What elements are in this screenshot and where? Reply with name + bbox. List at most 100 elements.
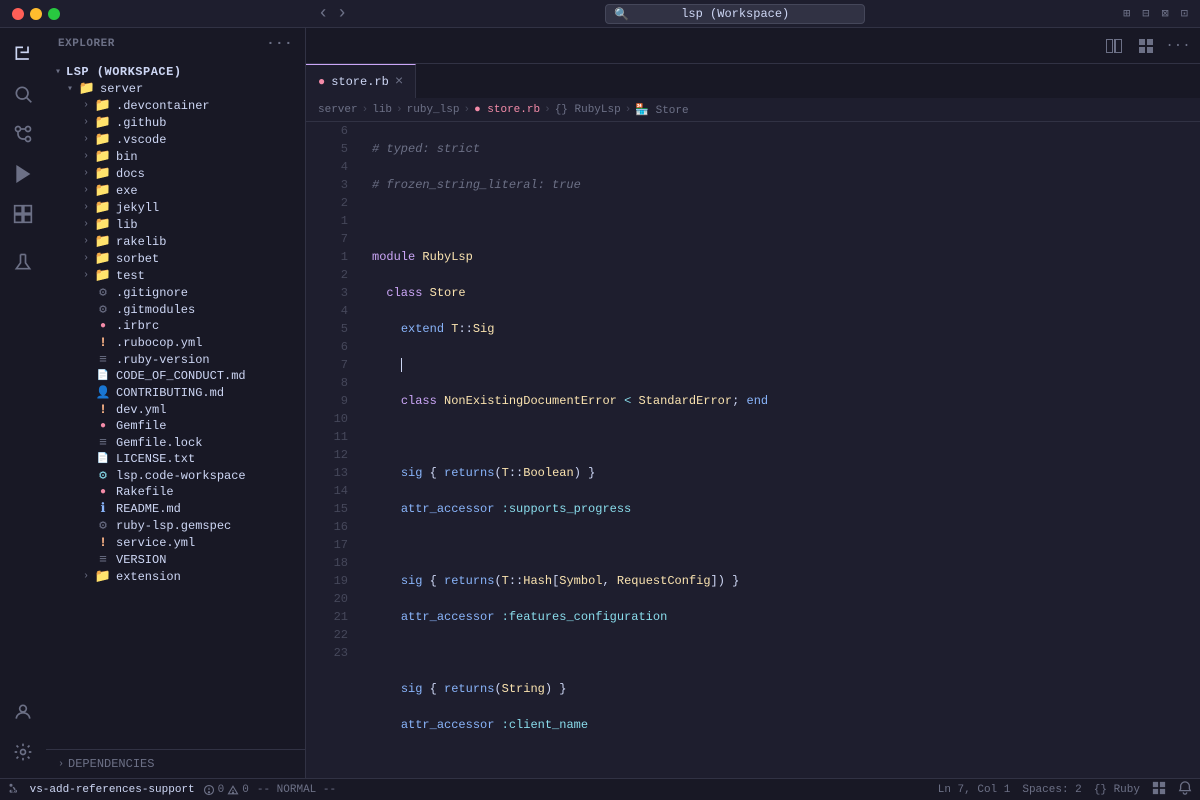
sidebar-item-extension[interactable]: › 📁 extension — [46, 568, 305, 585]
rakefile-icon: ● — [94, 487, 112, 498]
layout-button[interactable] — [1132, 32, 1160, 60]
tab-label: store.rb — [331, 75, 389, 89]
sidebar-item-service-yml[interactable]: › ! service.yml — [46, 534, 305, 551]
sidebar-item-dev-yml[interactable]: › ! dev.yml — [46, 401, 305, 418]
sidebar-item-sorbet[interactable]: › 📁 sorbet — [46, 250, 305, 267]
sidebar-item-gitignore[interactable]: › ⚙ .gitignore — [46, 284, 305, 301]
status-bar: vs-add-references-support 0 0 -- NORMAL … — [0, 778, 1200, 800]
tab-store-rb[interactable]: ● store.rb × — [306, 64, 416, 98]
layout-icon-4[interactable]: ⊡ — [1181, 6, 1188, 21]
irbrc-label: .irbrc — [116, 319, 159, 333]
sorbet-label: sorbet — [116, 252, 159, 266]
layout-icon-2[interactable]: ⊟ — [1142, 6, 1149, 21]
sidebar-item-jekyll[interactable]: › 📁 jekyll — [46, 199, 305, 216]
server-chevron: ▾ — [62, 83, 78, 95]
status-encoding[interactable]: {} Ruby — [1094, 784, 1140, 796]
sidebar-item-rubocop[interactable]: › ! .rubocop.yml — [46, 334, 305, 351]
breadcrumb: server › lib › ruby_lsp › ● store.rb › {… — [306, 98, 1200, 122]
folder-closed-icon: 📁 — [94, 98, 112, 113]
gemfile-lock-icon: ≡ — [94, 435, 112, 450]
breadcrumb-server[interactable]: server — [318, 104, 358, 116]
dependencies-chevron: › — [58, 759, 64, 770]
account-activity-icon[interactable] — [5, 694, 41, 730]
breadcrumb-store-rb[interactable]: ● store.rb — [474, 104, 540, 116]
search-bar[interactable]: 🔍 lsp (Workspace) — [605, 4, 865, 24]
gitignore-label: .gitignore — [116, 286, 188, 300]
status-layout-icon[interactable] — [1152, 781, 1166, 799]
run-activity-icon[interactable] — [5, 156, 41, 192]
editor-area: ··· ● store.rb × server › lib › ruby_lsp… — [306, 28, 1200, 778]
status-git-branch[interactable]: vs-add-references-support — [8, 783, 195, 796]
sidebar-item-rakefile[interactable]: › ● Rakefile — [46, 484, 305, 500]
more-actions-button[interactable]: ··· — [1164, 32, 1192, 60]
flask-activity-icon[interactable] — [5, 244, 41, 280]
minimize-button[interactable] — [30, 8, 42, 20]
sidebar-more-icon[interactable]: ··· — [266, 36, 293, 52]
sidebar-header-icons: ··· — [266, 36, 293, 52]
extensions-activity-icon[interactable] — [5, 196, 41, 232]
breadcrumb-ruby-lsp-module[interactable]: {} RubyLsp — [555, 104, 621, 116]
breadcrumb-lib[interactable]: lib — [372, 104, 392, 116]
ruby-version-label: .ruby-version — [116, 353, 210, 367]
rubocop-icon: ! — [94, 335, 112, 350]
workspace-root[interactable]: ▾ LSP (WORKSPACE) — [46, 64, 305, 80]
search-activity-icon[interactable] — [5, 76, 41, 112]
folder-icon: 📁 — [78, 81, 96, 96]
split-editor-button[interactable] — [1100, 32, 1128, 60]
code-line: sig { returns(T::Boolean) } — [372, 464, 1184, 482]
nav-back-icon[interactable]: ‹ — [318, 4, 329, 24]
breadcrumb-ruby-lsp[interactable]: ruby_lsp — [407, 104, 460, 116]
code-line: class NonExistingDocumentError < Standar… — [372, 392, 1184, 410]
sidebar-item-rakelib[interactable]: › 📁 rakelib — [46, 233, 305, 250]
sidebar-item-version[interactable]: › ≡ VERSION — [46, 551, 305, 568]
ruby-version-icon: ≡ — [94, 352, 112, 367]
breadcrumb-store-class[interactable]: 🏪 Store — [635, 103, 688, 117]
sidebar-item-contributing[interactable]: › 👤 CONTRIBUTING.md — [46, 384, 305, 401]
layout-icon-1[interactable]: ⊞ — [1123, 6, 1130, 21]
sidebar-item-lib[interactable]: › 📁 lib — [46, 216, 305, 233]
jekyll-label: jekyll — [116, 201, 159, 215]
tab-close-button[interactable]: × — [395, 74, 403, 90]
sidebar-item-gemfile[interactable]: › ● Gemfile — [46, 418, 305, 434]
code-of-conduct-label: CODE_OF_CONDUCT.md — [116, 369, 246, 383]
gemfile-label: Gemfile — [116, 419, 166, 433]
license-icon: 📄 — [94, 453, 112, 465]
status-cursor[interactable]: Ln 7, Col 1 — [938, 784, 1011, 796]
code-content[interactable]: # typed: strict # frozen_string_literal:… — [356, 122, 1200, 778]
sidebar-item-irbrc[interactable]: › ● .irbrc — [46, 318, 305, 334]
sidebar-title: EXPLORER — [58, 38, 115, 50]
folder-vscode-icon: 📁 — [94, 132, 112, 147]
sidebar-item-ruby-version[interactable]: › ≡ .ruby-version — [46, 351, 305, 368]
explorer-activity-icon[interactable] — [5, 36, 41, 72]
status-bell-icon[interactable] — [1178, 781, 1192, 799]
status-mode: -- NORMAL -- — [257, 784, 336, 796]
sidebar-item-dependencies[interactable]: › DEPENDENCIES — [46, 754, 305, 774]
sidebar-item-gemspec[interactable]: › ⚙ ruby-lsp.gemspec — [46, 517, 305, 534]
extension-label: extension — [116, 570, 181, 584]
sidebar-item-test[interactable]: › 📁 test — [46, 267, 305, 284]
sidebar-item-gitmodules[interactable]: › ⚙ .gitmodules — [46, 301, 305, 318]
sidebar-item-exe[interactable]: › 📁 exe — [46, 182, 305, 199]
layout-icon-3[interactable]: ⊠ — [1162, 6, 1169, 21]
sidebar-item-gemfile-lock[interactable]: › ≡ Gemfile.lock — [46, 434, 305, 451]
code-line: sig { returns(T::Hash[Symbol, RequestCon… — [372, 572, 1184, 590]
sidebar-item-bin[interactable]: › 📁 bin — [46, 148, 305, 165]
settings-activity-icon[interactable] — [5, 734, 41, 770]
sidebar-item-server[interactable]: ▾ 📁 server — [46, 80, 305, 97]
sidebar-item-lsp-workspace[interactable]: › ⚙ lsp.code-workspace — [46, 467, 305, 484]
status-errors[interactable]: 0 0 — [203, 784, 249, 796]
sidebar-item-vscode[interactable]: › 📁 .vscode — [46, 131, 305, 148]
nav-forward-icon[interactable]: › — [337, 4, 348, 24]
close-button[interactable] — [12, 8, 24, 20]
sidebar-item-github[interactable]: › 📁 .github — [46, 114, 305, 131]
source-control-activity-icon[interactable] — [5, 116, 41, 152]
status-left: vs-add-references-support 0 0 -- NORMAL … — [8, 783, 336, 796]
sidebar-item-docs[interactable]: › 📁 docs — [46, 165, 305, 182]
maximize-button[interactable] — [48, 8, 60, 20]
main-container: EXPLORER ··· ▾ LSP (WORKSPACE) ▾ 📁 serve… — [0, 28, 1200, 778]
sidebar-item-devcontainer[interactable]: › 📁 .devcontainer — [46, 97, 305, 114]
sidebar-item-readme[interactable]: › ℹ README.md — [46, 500, 305, 517]
sidebar-item-license[interactable]: › 📄 LICENSE.txt — [46, 451, 305, 467]
sidebar-item-code-of-conduct[interactable]: › 📄 CODE_OF_CONDUCT.md — [46, 368, 305, 384]
status-spaces[interactable]: Spaces: 2 — [1022, 784, 1081, 796]
